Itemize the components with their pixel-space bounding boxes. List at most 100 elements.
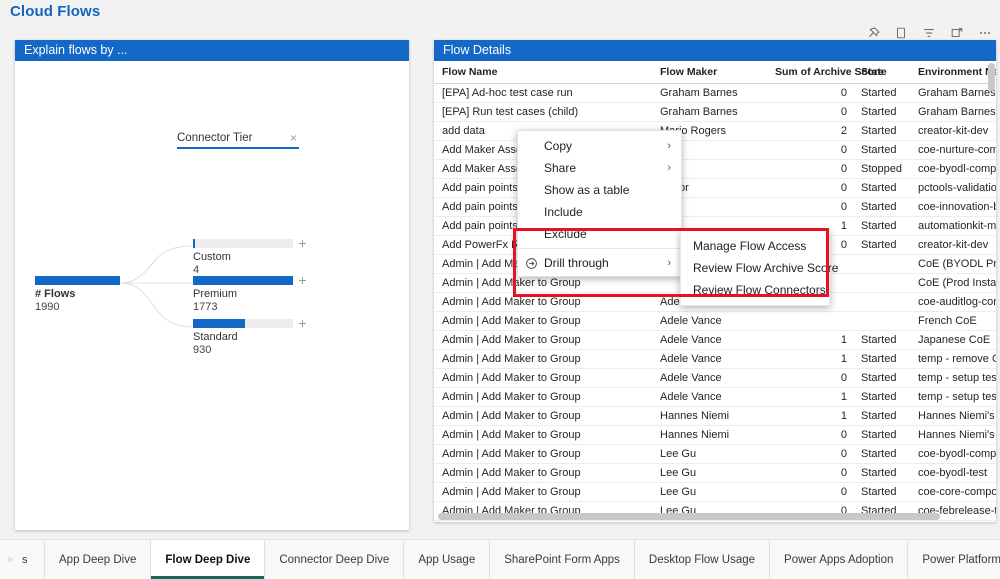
context-menu-item-label: Include xyxy=(544,205,583,219)
drill-through-submenu[interactable]: Manage Flow Access Review Flow Archive S… xyxy=(680,230,838,306)
table-row[interactable]: Admin | Add Maker to Group Adele Vance 1 St… xyxy=(434,387,996,407)
cell-environment-name: coe-byodl-components-dev xyxy=(910,159,996,179)
expand-premium-button[interactable]: + xyxy=(296,273,309,287)
analyze-field-chip[interactable]: Connector Tier × xyxy=(177,131,299,149)
cell-state: Started xyxy=(853,330,910,350)
cell-environment-name: coe-innovation-backlog-compo xyxy=(910,197,996,217)
tabs-previous-button[interactable]: ▹ xyxy=(0,540,22,579)
tree-node-custom[interactable]: + Custom 4 xyxy=(193,236,307,277)
cell-archive-score: 0 xyxy=(767,463,853,483)
submenu-item-label: Manage Flow Access xyxy=(693,239,807,253)
cell-state: Started xyxy=(853,235,910,255)
cell-state xyxy=(853,254,910,274)
column-header-flow-name[interactable]: Flow Name xyxy=(434,61,652,84)
context-menu-item-share[interactable]: Share › xyxy=(518,157,681,179)
cell-environment-name: Graham Barnes's Environment xyxy=(910,102,996,122)
premium-value: 1773 xyxy=(193,301,218,313)
standard-value: 930 xyxy=(193,344,212,356)
cell-flow-name: Admin | Add Maker to Group xyxy=(434,520,652,522)
submenu-item-label: Review Flow Connectors xyxy=(693,283,826,297)
table-row[interactable]: Admin | Add Maker to GroupLee Gu0Started… xyxy=(434,463,996,483)
page-tab-sharepoint-form-apps[interactable]: SharePoint Form Apps xyxy=(490,540,635,579)
horizontal-scrollbar-thumb[interactable] xyxy=(438,513,940,520)
submenu-item-review-flow-archive-score[interactable]: Review Flow Archive Score xyxy=(681,257,838,279)
root-bar-fill xyxy=(35,276,120,285)
cell-flow-name: [EPA] Run test cases (child) xyxy=(434,102,652,122)
cell-archive-score: 0 xyxy=(767,140,853,160)
table-row[interactable]: Admin | Add Maker to Group Adele Vance Fre… xyxy=(434,311,996,331)
cell-flow-maker: Lee Gu xyxy=(652,482,767,502)
cell-archive-score: 0 xyxy=(767,102,853,122)
vertical-scrollbar-thumb[interactable] xyxy=(988,63,995,91)
cell-environment-name: temp - setup testing 4 xyxy=(910,387,996,407)
tabs-container: App Deep Dive Flow Deep Dive Connector Dee… xyxy=(45,540,1000,579)
expand-standard-button[interactable]: + xyxy=(296,316,309,330)
column-header-state[interactable]: State xyxy=(853,61,910,84)
table-row[interactable]: Admin | Add Maker to GroupLee Gu0Started… xyxy=(434,482,996,502)
context-menu-item-exclude[interactable]: Exclude xyxy=(518,223,681,245)
page-tab-power-apps-adoption[interactable]: Power Apps Adoption xyxy=(770,540,909,579)
context-menu-separator xyxy=(518,248,681,249)
column-header-environment[interactable]: Environment Name xyxy=(910,61,996,84)
cell-flow-maker: Adele Vance xyxy=(652,387,767,407)
vertical-scrollbar[interactable] xyxy=(988,63,995,522)
page-tab-connector-deep-dive[interactable]: Connector Deep Dive xyxy=(265,540,405,579)
context-menu-item-copy[interactable]: Copy › xyxy=(518,135,681,157)
cell-environment-name: creator-kit-dev xyxy=(910,121,996,141)
cell-environment-name: coe-nurture-components-dev xyxy=(910,140,996,160)
page-tab-desktop-flow-usage[interactable]: Desktop Flow Usage xyxy=(635,540,771,579)
context-menu-item-label: Exclude xyxy=(544,227,587,241)
context-menu[interactable]: Copy › Share › Show as a table Include E… xyxy=(517,130,682,277)
cell-environment-name: French CoE xyxy=(910,311,996,331)
submenu-item-review-flow-connectors[interactable]: Review Flow Connectors xyxy=(681,279,829,301)
context-menu-item-include[interactable]: Include xyxy=(518,201,681,223)
table-row[interactable]: Admin | Add Maker to Group Adele Vance 1 St… xyxy=(434,330,996,350)
analyze-field-label: Connector Tier xyxy=(177,132,253,144)
cell-state: Started xyxy=(853,444,910,464)
column-header-flow-maker[interactable]: Flow Maker xyxy=(652,61,767,84)
tree-node-premium[interactable]: + Premium 1773 xyxy=(193,273,307,314)
page-title: Cloud Flows xyxy=(10,3,101,20)
table-row[interactable]: [EPA] Run test cases (child) Graham Barne… xyxy=(434,102,996,122)
cell-flow-maker: Adele Vance xyxy=(652,349,767,369)
table-row[interactable]: Admin | Add Maker to Group Hannes Niemi 1 S… xyxy=(434,406,996,426)
page-tab-app-deep-dive[interactable]: App Deep Dive xyxy=(45,540,152,579)
page-tab-label: Power Apps Adoption xyxy=(784,553,894,566)
tree-node-root[interactable]: # Flows 1990 xyxy=(35,276,120,314)
cell-archive-score: 0 xyxy=(767,159,853,179)
submenu-item-label: Review Flow Archive Score xyxy=(693,261,839,275)
close-icon[interactable]: × xyxy=(290,131,299,145)
page-tab-flow-deep-dive[interactable]: Flow Deep Dive xyxy=(151,540,266,579)
cell-state: Started xyxy=(853,387,910,407)
tab-clipped-previous[interactable]: s xyxy=(22,540,45,579)
root-bar-track xyxy=(35,276,120,285)
cell-flow-name: Admin | Add Maker to Group xyxy=(434,387,652,407)
cell-flow-maker: Adele Vance xyxy=(652,330,767,350)
cell-state: Started xyxy=(853,140,910,160)
context-menu-item-show-as-table[interactable]: Show as a table xyxy=(518,179,681,201)
expand-custom-button[interactable]: + xyxy=(296,236,309,250)
table-row[interactable]: Admin | Add Maker to GroupLee Gu0Started… xyxy=(434,444,996,464)
tree-node-standard[interactable]: + Standard 930 xyxy=(193,316,307,357)
table-row[interactable]: Admin | Add Maker to Group Hannes Niemi 0 S… xyxy=(434,425,996,445)
cell-state: Started xyxy=(853,482,910,502)
cell-environment-name: Hannes Niemi's Environment xyxy=(910,406,996,426)
column-header-archive-score[interactable]: Sum of Archive Score xyxy=(767,61,884,84)
table-row[interactable]: Admin | Add Maker to GroupLee Gu0Started… xyxy=(434,520,996,522)
cell-state: Stopped xyxy=(853,159,910,179)
context-menu-item-label: Copy xyxy=(544,139,573,153)
chevron-right-icon: › xyxy=(667,257,671,269)
table-row[interactable]: Admin | Add Maker to Group Adele Vance 1 St… xyxy=(434,349,996,369)
horizontal-scrollbar[interactable] xyxy=(438,513,986,520)
cell-archive-score: 0 xyxy=(767,83,853,103)
table-row[interactable]: [EPA] Ad-hoc test case run Graham Barnes 0… xyxy=(434,83,996,103)
cell-flow-name: Admin | Add Maker to Group xyxy=(434,368,652,388)
page-tab-app-usage[interactable]: App Usage xyxy=(404,540,491,579)
tree-visual-title: Explain flows by ... xyxy=(15,40,409,61)
cell-flow-maker: Lee Gu xyxy=(652,444,767,464)
cell-environment-name: Hannes Niemi's Environment xyxy=(910,425,996,445)
submenu-item-manage-flow-access[interactable]: Manage Flow Access xyxy=(681,235,829,257)
table-row[interactable]: Admin | Add Maker to Group Adele Vance 0 St… xyxy=(434,368,996,388)
page-tab-power-platform-yoy-adopti[interactable]: Power Platform YoY Adopti xyxy=(908,540,1000,579)
context-menu-item-drill-through[interactable]: Drill through › xyxy=(518,252,681,274)
